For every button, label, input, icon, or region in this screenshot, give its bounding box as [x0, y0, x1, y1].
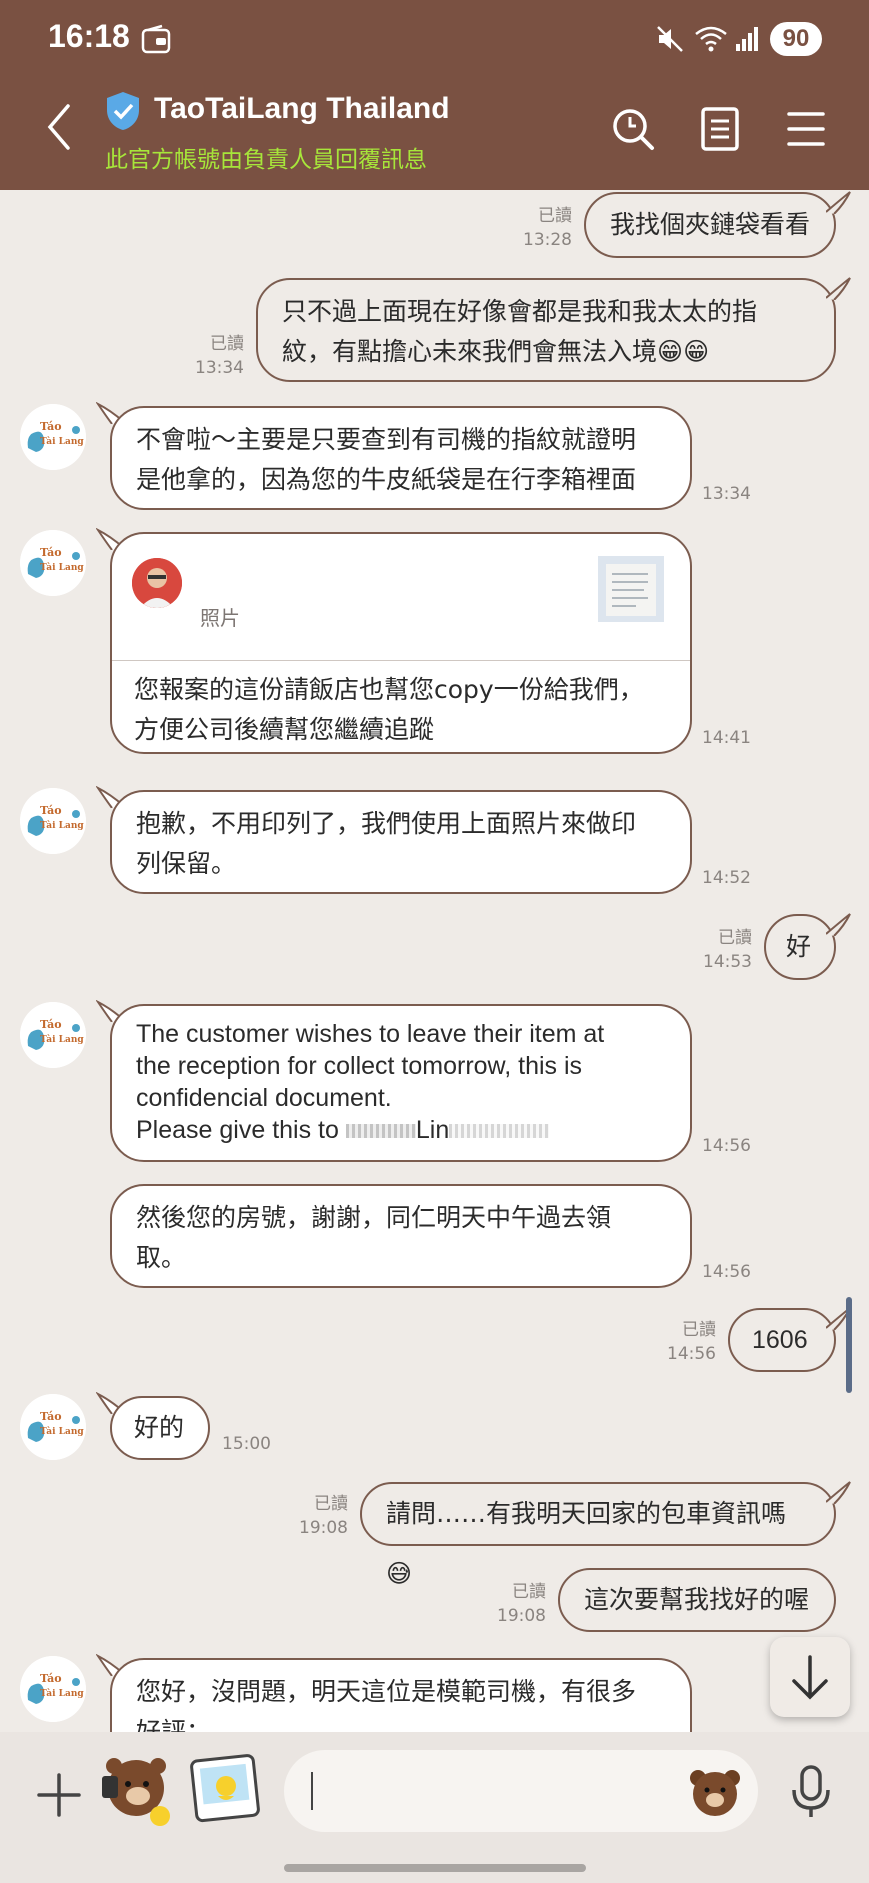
contact-avatar[interactable]: Táo Tài Lang [20, 404, 86, 470]
wallet-notification-icon [140, 24, 172, 60]
message-bubble-sent[interactable]: 請問……有我明天回家的包車資訊嗎😅 [360, 1482, 836, 1588]
message-bubble-sent[interactable]: 1606 [728, 1308, 836, 1372]
svg-text:Tài Lang: Tài Lang [40, 436, 84, 447]
message-meta: 已讀 14:56 [667, 1320, 716, 1364]
svg-text:Táo: Táo [40, 1018, 62, 1031]
document-thumbnail [598, 556, 664, 622]
notes-icon[interactable] [700, 106, 740, 156]
message-meta: 已讀 13:28 [523, 206, 572, 250]
svg-text:Tài Lang: Tài Lang [40, 820, 84, 831]
home-indicator[interactable] [284, 1864, 586, 1872]
battery-level: 90 [770, 22, 822, 56]
svg-text:Tài Lang: Tài Lang [40, 1426, 84, 1437]
message-time: 14:56 [702, 1262, 751, 1282]
redacted-text [345, 1124, 416, 1139]
contact-avatar[interactable]: Táo Tài Lang [20, 1656, 86, 1722]
bubble-tail [826, 1481, 851, 1504]
message-bubble-received[interactable]: 好的 [110, 1396, 210, 1460]
chat-title[interactable]: TaoTaiLang Thailand [154, 92, 450, 126]
message-meta: 已讀 14:53 [703, 928, 752, 972]
mute-icon [655, 24, 685, 58]
svg-text:Táo: Táo [40, 1410, 62, 1423]
bubble-tail [826, 191, 851, 214]
message-bubble-photo-reply[interactable]: 照片 您報案的這份請飯店也幫您copy一份給我們， 方便公司後續幫您繼續追蹤 [110, 532, 692, 754]
bubble-tail [826, 913, 851, 936]
contact-avatar[interactable]: Táo Tài Lang [20, 788, 86, 854]
message-time: 15:00 [222, 1434, 271, 1454]
message-bubble-received[interactable]: 抱歉，不用印列了，我們使用上面照片來做印 列保留。 [110, 790, 692, 894]
contact-avatar[interactable]: Táo Tài Lang [20, 1394, 86, 1460]
redacted-text [449, 1124, 550, 1139]
search-icon[interactable] [610, 106, 656, 156]
chat-header: TaoTaiLang Thailand 此官方帳號由負責人員回覆訊息 [0, 70, 869, 190]
bubble-tail [826, 277, 851, 300]
message-time: 14:52 [702, 868, 751, 888]
official-account-note: 此官方帳號由負責人員回覆訊息 [105, 147, 427, 173]
bear-sticker-icon[interactable] [98, 1750, 178, 1834]
svg-text:Táo: Táo [40, 1672, 62, 1685]
svg-text:Tài Lang: Tài Lang [40, 1688, 84, 1699]
microphone-icon[interactable] [786, 1764, 836, 1824]
chat-messages[interactable]: 已讀 13:28 我找個夾鏈袋看看 已讀 13:34 只不過上面現在好像會都是我和我… [0, 190, 869, 1732]
message-time: 14:56 [702, 1136, 751, 1156]
sender-photo-avatar [132, 558, 182, 608]
message-meta: 已讀 19:08 [497, 1582, 546, 1626]
photo-sticker-icon[interactable] [190, 1754, 262, 1828]
arrow-down-icon [792, 1655, 828, 1700]
status-bar: 16:18 90 [0, 0, 869, 70]
svg-text:Táo: Táo [40, 420, 62, 433]
message-time: 14:41 [702, 728, 751, 748]
contact-avatar[interactable]: Táo Tài Lang [20, 530, 86, 596]
message-bubble-received[interactable]: The customer wishes to leave their item … [110, 1004, 692, 1162]
message-bubble-received[interactable]: 您好，沒問題，明天這位是模範司機，有很多 好評： [110, 1658, 692, 1732]
photo-label: 照片 [200, 606, 240, 630]
message-meta: 已讀 13:34 [195, 334, 244, 378]
message-bubble-received[interactable]: 然後您的房號，謝謝，同仁明天中午過去領 取。 [110, 1184, 692, 1288]
scroll-to-bottom-button[interactable] [770, 1637, 850, 1717]
message-bubble-sent[interactable]: 我找個夾鏈袋看看 [584, 192, 836, 258]
message-time: 13:34 [702, 484, 751, 504]
message-bubble-received[interactable]: 不會啦～主要是只要查到有司機的指紋就證明 是他拿的，因為您的牛皮紙袋是在行李箱裡… [110, 406, 692, 510]
shield-check-icon [104, 90, 142, 136]
message-bubble-sent[interactable]: 只不過上面現在好像會都是我和我太太的指 紋，有點擔心未來我們會無法入境😁😁 [256, 278, 836, 382]
text-cursor [311, 1772, 313, 1810]
svg-text:Táo: Táo [40, 546, 62, 559]
status-time: 16:18 [48, 18, 130, 54]
message-input[interactable] [284, 1750, 758, 1832]
wifi-icon [693, 22, 729, 58]
menu-icon[interactable] [786, 106, 826, 156]
signal-icon [734, 26, 760, 56]
message-bubble-sent[interactable]: 這次要幫我找好的喔 [558, 1568, 836, 1632]
emoji-bear-icon[interactable] [688, 1766, 742, 1822]
quoted-photo[interactable]: 照片 [112, 534, 690, 661]
plus-icon[interactable] [36, 1772, 82, 1822]
svg-text:Táo: Táo [40, 804, 62, 817]
contact-avatar[interactable]: Táo Tài Lang [20, 1002, 86, 1068]
scrollbar-thumb[interactable] [846, 1297, 852, 1393]
message-input-bar [0, 1732, 869, 1883]
reply-text: 您報案的這份請飯店也幫您copy一份給我們， 方便公司後續幫您繼續追蹤 [134, 675, 644, 744]
svg-text:Tài Lang: Tài Lang [40, 1034, 84, 1045]
svg-text:Tài Lang: Tài Lang [40, 562, 84, 573]
message-meta: 已讀 19:08 [299, 1494, 348, 1538]
back-icon[interactable] [44, 102, 74, 156]
